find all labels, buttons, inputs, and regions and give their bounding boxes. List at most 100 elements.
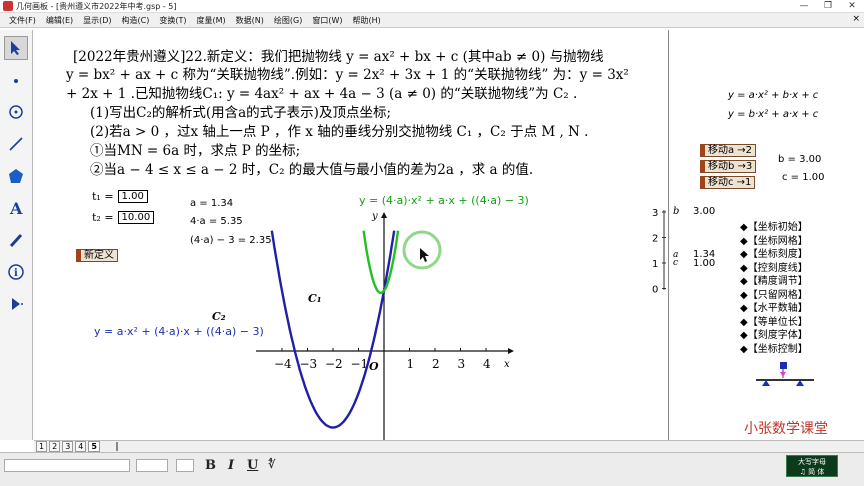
slider-tick-label: 1 (652, 259, 658, 270)
c1-label: C₁ (308, 292, 322, 305)
c1-equation-label[interactable]: y = (4·a)·x² + a·x + ((4·a) − 3) (359, 194, 529, 207)
general-equation-1[interactable]: y = a·x² + b·x + c (728, 90, 818, 101)
close-button[interactable]: ✕ (840, 0, 864, 13)
c2-equation-label[interactable]: y = a·x² + (4·a)·x + ((4·a) − 3) (94, 325, 264, 338)
move-c-button[interactable]: 移动c →1 (700, 176, 756, 189)
text-tool[interactable]: A (4, 196, 28, 220)
scroll-grip[interactable] (115, 442, 118, 451)
color-select[interactable] (176, 459, 194, 472)
menu-data[interactable]: 数据(N) (231, 15, 269, 26)
problem-line-3: + 2x + 1 .已知抛物线C₁: y = 4ax² + ax + 4a − … (66, 86, 578, 102)
curve-c2[interactable] (270, 230, 396, 429)
menu-help[interactable]: 帮助(H) (348, 15, 386, 26)
compass-tool-icon (9, 105, 23, 119)
x-tick-label: −3 (300, 357, 318, 371)
control-tick-lines[interactable]: ◆【控刻度线】 (740, 262, 808, 276)
control-coord-init[interactable]: ◆【坐标初始】 (740, 221, 808, 235)
parameter-slider[interactable]: 3210 b 3.00 a 1.34 c 1.00 (648, 198, 738, 298)
text-tool-icon: A (9, 199, 23, 217)
x-tick-label: 4 (483, 357, 491, 371)
marker-tool[interactable] (4, 228, 28, 252)
menu-measure[interactable]: 度量(M) (192, 15, 231, 26)
document-close-button[interactable]: × (852, 14, 860, 24)
menu-bar: 文件(F) 编辑(E) 显示(D) 构造(C) 变换(T) 度量(M) 数据(N… (0, 13, 864, 28)
symbol-button[interactable]: ∜ (268, 458, 275, 471)
custom-tool[interactable] (4, 292, 28, 316)
page-tab-1[interactable]: 1 (36, 441, 48, 452)
svg-text:A: A (9, 199, 23, 217)
page-tab-4[interactable]: 4 (75, 441, 87, 452)
control-equal-unit[interactable]: ◆【等单位长】 (740, 316, 808, 330)
control-precision[interactable]: ◆【精度调节】 (740, 275, 808, 289)
maximize-button[interactable]: ❐ (816, 0, 840, 13)
minimize-button[interactable]: — (792, 0, 816, 13)
origin-label: O (369, 360, 379, 373)
control-coord-scale[interactable]: ◆【坐标刻度】 (740, 248, 808, 262)
underline-button[interactable]: U (247, 458, 258, 473)
point-tool[interactable] (4, 68, 28, 92)
marker-tool-icon (9, 233, 23, 248)
window-controls: — ❐ ✕ (792, 0, 864, 13)
arrow-tool[interactable] (4, 36, 28, 60)
menu-graph[interactable]: 绘图(G) (269, 15, 307, 26)
ime-indicator[interactable]: 大写字母 ♫ 简 体 (786, 455, 838, 477)
toolbox: A i (0, 30, 33, 440)
menu-construct[interactable]: 构造(C) (117, 15, 155, 26)
straightedge-tool-icon (9, 137, 23, 151)
brand-watermark: 小张数学课堂 (744, 421, 828, 437)
polygon-tool[interactable] (4, 164, 28, 188)
menu-edit[interactable]: 编辑(E) (41, 15, 78, 26)
move-a-button[interactable]: 移动a →2 (700, 144, 757, 157)
menu-transform[interactable]: 变换(T) (154, 15, 191, 26)
control-grid-only[interactable]: ◆【只留网格】 (740, 289, 808, 303)
slider-c-value: 1.00 (693, 258, 715, 269)
bold-button[interactable]: B (205, 458, 216, 473)
italic-button[interactable]: I (228, 458, 234, 473)
page-tabs: 1 2 3 4 5 (34, 440, 864, 452)
cursor-icon (420, 248, 429, 262)
menu-window[interactable]: 窗口(W) (307, 15, 347, 26)
slider-tick-label: 0 (652, 285, 658, 296)
app-icon (3, 1, 13, 11)
polygon-tool-icon (9, 169, 23, 183)
arrow-tool-icon (11, 41, 20, 55)
page-tab-5[interactable]: 5 (88, 441, 100, 452)
format-toolbar: B I U ∜ 大写字母 ♫ 简 体 (0, 452, 864, 486)
straightedge-tool[interactable] (4, 132, 28, 156)
app-window: 几何画板 - [贵州遵义市2022年中考.gsp - 5] — ❐ ✕ 文件(F… (0, 0, 864, 486)
b-value[interactable]: b = 3.00 (778, 154, 821, 165)
x-tick-label: −4 (274, 357, 292, 371)
slider-b-value: 3.00 (693, 206, 715, 217)
compass-tool[interactable] (4, 100, 28, 124)
info-tool-icon: i (8, 264, 24, 280)
menu-file[interactable]: 文件(F) (4, 15, 41, 26)
control-coord-grid[interactable]: ◆【坐标网格】 (740, 235, 808, 249)
font-size-select[interactable] (136, 459, 168, 472)
balance-widget[interactable] (752, 358, 818, 394)
page-tab-3[interactable]: 3 (62, 441, 74, 452)
page-tab-2[interactable]: 2 (49, 441, 61, 452)
slider-tick-label: 2 (652, 234, 658, 245)
x-axis-arrow (508, 348, 514, 354)
c-value[interactable]: c = 1.00 (782, 172, 825, 183)
control-scale-font[interactable]: ◆【刻度字体】 (740, 329, 808, 343)
x-tick-label: −2 (325, 357, 343, 371)
info-tool[interactable]: i (4, 260, 28, 284)
problem-line-2: y = bx² + ax + c 称为“关联抛物线”.例如：y = 2x² + … (66, 67, 629, 83)
balance-pink-marker (780, 372, 786, 377)
control-horizontal-axis[interactable]: ◆【水平数轴】 (740, 302, 808, 316)
x-axis-label: x (504, 359, 510, 370)
general-equation-2[interactable]: y = b·x² + a·x + c (728, 109, 818, 120)
control-coord-control[interactable]: ◆【坐标控制】 (740, 343, 808, 357)
ime-language: ♫ 简 体 (799, 468, 825, 476)
y-axis-label: y (371, 211, 378, 222)
problem-line-4: (1)写出C₂的解析式(用含a的式子表示)及顶点坐标; (90, 105, 391, 121)
menu-display[interactable]: 显示(D) (78, 15, 116, 26)
move-b-button[interactable]: 移动b →3 (700, 160, 757, 173)
c2-label: C₂ (212, 310, 226, 323)
svg-text:i: i (14, 268, 18, 279)
slider-b-letter: b (673, 206, 679, 217)
problem-line-1: [2022年贵州遵义]22.新定义：我们把抛物线 y = ax² + bx + … (73, 49, 604, 65)
coordinate-graph[interactable]: −4 −3 −2 −1 1 2 3 4 y = (4·a)·x² + a·x + ((4·a)… (34, 180, 668, 440)
font-family-select[interactable] (4, 459, 130, 472)
